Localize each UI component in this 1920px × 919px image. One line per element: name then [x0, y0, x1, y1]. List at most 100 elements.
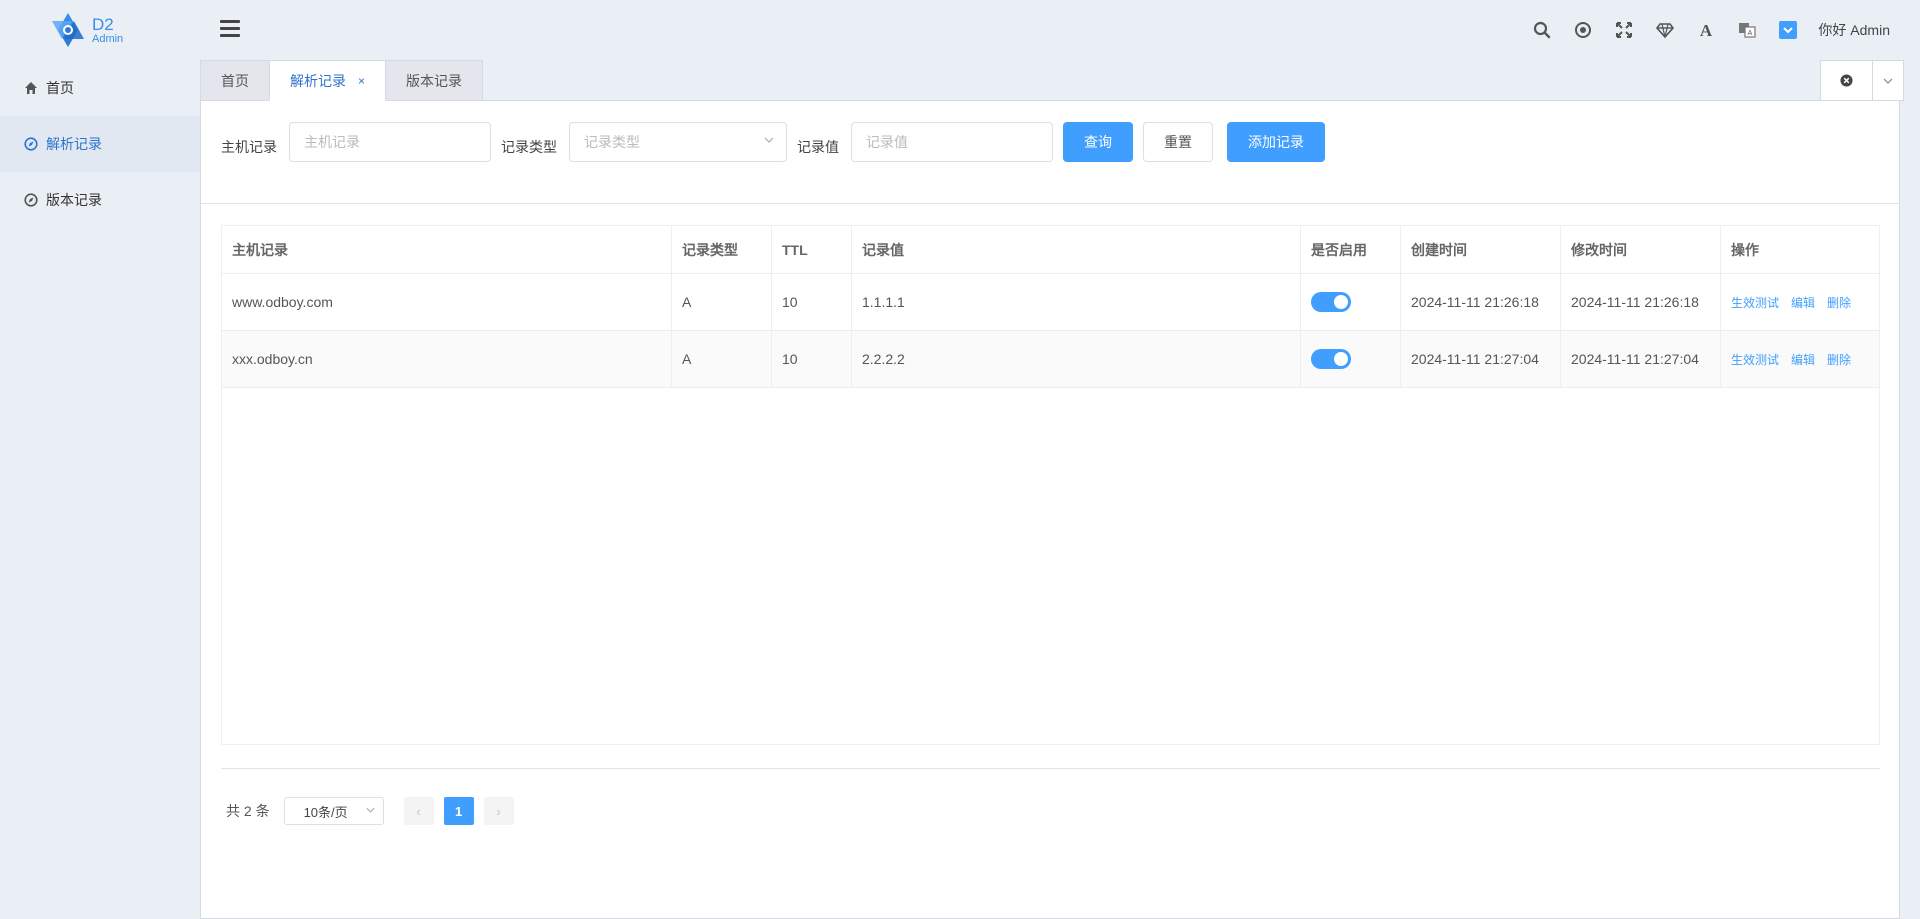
cell-type: A [672, 331, 772, 387]
value-input[interactable]: 记录值 [851, 122, 1053, 162]
type-select[interactable]: 记录类型 [569, 122, 787, 162]
compass-icon [24, 137, 38, 151]
tab-home[interactable]: 首页 [200, 60, 270, 101]
cell-type: A [672, 274, 772, 330]
edit-link[interactable]: 编辑 [1791, 351, 1815, 368]
tab-version-records[interactable]: 版本记录 [385, 60, 484, 101]
page-tabs: 首页 解析记录 × 版本记录 [200, 60, 484, 101]
sidebar-item-label: 首页 [46, 80, 74, 96]
test-link[interactable]: 生效测试 [1731, 351, 1779, 368]
sidebar-item-dns-records[interactable]: 解析记录 [0, 116, 200, 172]
col-host[interactable]: 主机记录 [222, 226, 672, 273]
tab-label: 版本记录 [406, 73, 463, 89]
user-greeting[interactable]: 你好 Admin [1818, 20, 1890, 40]
close-circle-icon [1840, 74, 1853, 87]
sidebar: 首页 解析记录 版本记录 [0, 60, 200, 919]
col-type[interactable]: 记录类型 [672, 226, 772, 273]
cell-host: www.odboy.com [222, 274, 672, 330]
add-record-button[interactable]: 添加记录 [1227, 122, 1325, 162]
pagination: 共 2 条 10条/页 ‹ 1 › [226, 797, 514, 825]
sidebar-item-home[interactable]: 首页 [0, 60, 200, 116]
top-header: D2 Admin A A 你好 Admin [0, 0, 1920, 60]
cell-modified: 2024-11-11 21:27:04 [1561, 331, 1721, 387]
host-input[interactable]: 主机记录 [289, 122, 491, 162]
chevron-down-icon [764, 135, 774, 146]
query-button[interactable]: 查询 [1063, 122, 1133, 162]
chevron-down-icon [366, 805, 375, 815]
cell-host: xxx.odboy.cn [222, 331, 672, 387]
col-ttl[interactable]: TTL [772, 226, 852, 273]
close-all-tabs-button[interactable] [1821, 61, 1873, 100]
sidebar-item-version-records[interactable]: 版本记录 [0, 172, 200, 228]
col-modified[interactable]: 修改时间 [1561, 226, 1721, 273]
translate-icon[interactable]: A [1726, 16, 1767, 44]
cell-actions: 生效测试 编辑 删除 [1721, 331, 1879, 387]
cell-modified: 2024-11-11 21:26:18 [1561, 274, 1721, 330]
col-enabled[interactable]: 是否启用 [1301, 226, 1401, 273]
table-row: xxx.odboy.cn A 10 2.2.2.2 2024-11-11 21:… [222, 331, 1879, 388]
col-actions: 操作 [1731, 241, 1759, 258]
main-panel: 主机记录 主机记录 记录类型 记录类型 记录值 记录值 查询 重置 添加记录 主… [200, 100, 1900, 919]
compass-icon [24, 193, 38, 207]
brand-name: D2 [92, 14, 114, 34]
tab-label: 首页 [221, 73, 249, 89]
col-created[interactable]: 创建时间 [1401, 226, 1561, 273]
delete-link[interactable]: 删除 [1827, 294, 1851, 311]
logo[interactable]: D2 Admin [48, 12, 148, 48]
total-count: 共 2 条 [226, 803, 270, 819]
brand-sub: Admin [92, 32, 124, 45]
d2-logo-icon [52, 13, 84, 47]
type-placeholder: 记录类型 [584, 134, 640, 150]
header-toolbar: A A 你好 Admin [1521, 16, 1890, 44]
sidebar-item-label: 解析记录 [46, 136, 102, 152]
home-icon [24, 81, 38, 95]
close-icon[interactable]: × [358, 74, 365, 88]
cell-enabled [1301, 331, 1401, 387]
fullscreen-icon[interactable] [1603, 16, 1644, 44]
prev-page-button[interactable]: ‹ [403, 797, 434, 825]
page-size-value: 10条/页 [303, 804, 348, 820]
cell-created: 2024-11-11 21:27:04 [1401, 331, 1561, 387]
target-icon[interactable] [1562, 16, 1603, 44]
delete-link[interactable]: 删除 [1827, 351, 1851, 368]
svg-text:A: A [1700, 21, 1713, 39]
table-header: 主机记录 记录类型 TTL 记录值 是否启用 创建时间 修改时间 操作 [222, 226, 1879, 274]
page-number-1[interactable]: 1 [443, 797, 474, 825]
tab-label: 解析记录 [290, 72, 346, 89]
tab-dns-records[interactable]: 解析记录 × [269, 60, 387, 101]
cell-created: 2024-11-11 21:26:18 [1401, 274, 1561, 330]
font-icon[interactable]: A [1685, 16, 1726, 44]
menu-toggle-icon[interactable] [220, 20, 240, 40]
cell-ttl: 10 [772, 331, 852, 387]
value-placeholder: 记录值 [866, 134, 908, 150]
cell-actions: 生效测试 编辑 删除 [1721, 274, 1879, 330]
host-label: 主机记录 [221, 139, 277, 155]
theme-icon[interactable] [1767, 16, 1808, 44]
cell-enabled [1301, 274, 1401, 330]
edit-link[interactable]: 编辑 [1791, 294, 1815, 311]
tab-tools [1820, 60, 1904, 101]
cell-ttl: 10 [772, 274, 852, 330]
sidebar-item-label: 版本记录 [46, 192, 102, 208]
col-value[interactable]: 记录值 [852, 226, 1301, 273]
cell-value: 2.2.2.2 [852, 331, 1301, 387]
type-label: 记录类型 [501, 139, 557, 155]
page-size-select[interactable]: 10条/页 [283, 797, 384, 825]
reset-button[interactable]: 重置 [1143, 122, 1213, 162]
divider [221, 768, 1880, 769]
cell-value: 1.1.1.1 [852, 274, 1301, 330]
test-link[interactable]: 生效测试 [1731, 294, 1779, 311]
svg-text:A: A [1748, 30, 1753, 37]
next-page-button[interactable]: › [483, 797, 514, 825]
enabled-toggle[interactable] [1311, 349, 1351, 369]
table-row: www.odboy.com A 10 1.1.1.1 2024-11-11 21… [222, 274, 1879, 331]
value-label: 记录值 [797, 139, 839, 155]
app-root: D2 Admin A A 你好 Admin 首页 解析记录 版本记录 首页 解析… [0, 0, 1920, 919]
chevron-down-icon[interactable] [1873, 61, 1903, 100]
records-table: 主机记录 记录类型 TTL 记录值 是否启用 创建时间 修改时间 操作 www.… [221, 225, 1880, 745]
diamond-icon[interactable] [1644, 16, 1685, 44]
enabled-toggle[interactable] [1311, 292, 1351, 312]
host-placeholder: 主机记录 [304, 134, 360, 150]
search-icon[interactable] [1521, 16, 1562, 44]
search-form: 主机记录 主机记录 记录类型 记录类型 记录值 记录值 查询 重置 添加记录 [201, 101, 1899, 204]
